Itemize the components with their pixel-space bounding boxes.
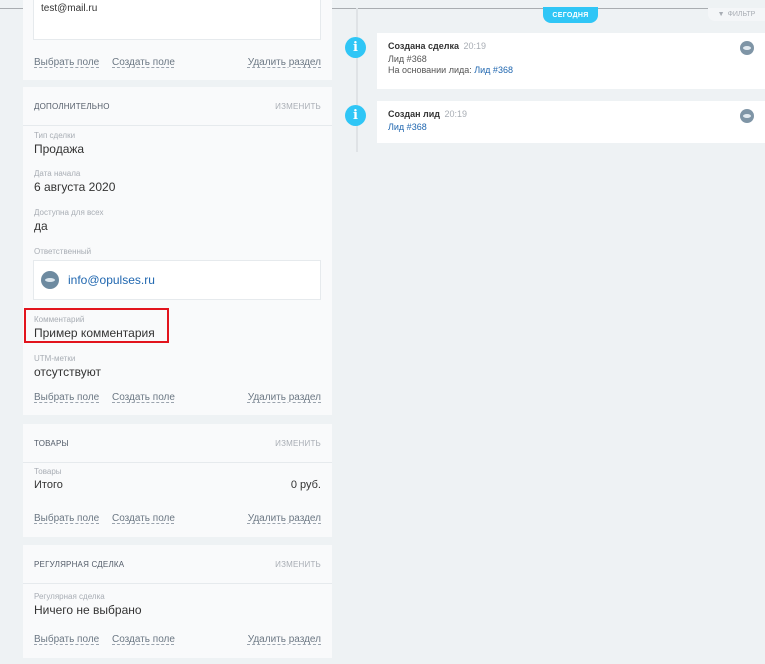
- info-icon: i: [345, 105, 366, 126]
- additional-header: ДОПОЛНИТЕЛЬНО изменить: [23, 87, 332, 126]
- deal-type-label: Тип сделки: [34, 131, 76, 140]
- select-field-link[interactable]: Выбрать поле: [34, 513, 99, 524]
- goods-field[interactable]: Товары Итого 0 руб.: [23, 467, 332, 491]
- today-badge: сегодня: [543, 7, 598, 23]
- regular-header: РЕГУЛЯРНАЯ СДЕЛКА изменить: [23, 545, 332, 584]
- avatar: [740, 109, 754, 123]
- create-field-link[interactable]: Создать поле: [112, 392, 175, 403]
- filter-label: фильтр: [727, 11, 756, 18]
- regular-label: Регулярная сделка: [34, 592, 105, 601]
- event-detail: Лид #368: [388, 54, 427, 64]
- contact-footer: Выбрать поле Создать поле Удалить раздел: [23, 57, 332, 68]
- event-title: Создан лид: [388, 109, 440, 119]
- avatar: [740, 41, 754, 55]
- filter-icon: ▼: [717, 11, 725, 18]
- regular-footer: Выбрать поле Создать поле Удалить раздел: [23, 634, 332, 645]
- delete-section-link[interactable]: Удалить раздел: [248, 392, 321, 403]
- additional-edit-button[interactable]: изменить: [275, 102, 321, 111]
- select-field-link[interactable]: Выбрать поле: [34, 392, 99, 403]
- additional-footer: Выбрать поле Создать поле Удалить раздел: [23, 392, 332, 403]
- additional-title: ДОПОЛНИТЕЛЬНО: [34, 101, 110, 111]
- goods-total-label: Итого: [34, 479, 63, 491]
- lead-link[interactable]: Лид #368: [474, 65, 513, 75]
- select-field-link[interactable]: Выбрать поле: [34, 634, 99, 645]
- start-date-label: Дата начала: [34, 169, 81, 178]
- deal-type-field[interactable]: Тип сделки Продажа: [23, 131, 95, 156]
- event-time: 20:19: [463, 41, 487, 51]
- create-field-link[interactable]: Создать поле: [112, 513, 175, 524]
- goods-header: ТОВАРЫ изменить: [23, 424, 332, 463]
- comment-highlight-frame: [24, 308, 169, 343]
- responsible-link[interactable]: info@opulses.ru: [68, 273, 155, 287]
- delete-section-link[interactable]: Удалить раздел: [248, 513, 321, 524]
- responsible-label: Ответственный: [34, 247, 92, 256]
- regular-value: Ничего не выбрано: [34, 603, 142, 617]
- event-title: Создана сделка: [388, 41, 459, 51]
- start-date-field[interactable]: Дата начала 6 августа 2020: [23, 169, 126, 194]
- available-field[interactable]: Доступна для всех да: [23, 208, 114, 233]
- utm-value: отсутствуют: [34, 365, 101, 379]
- delete-section-link[interactable]: Удалить раздел: [248, 57, 321, 68]
- regular-title: РЕГУЛЯРНАЯ СДЕЛКА: [34, 559, 125, 569]
- avatar: [41, 271, 59, 289]
- email-value: test@mail.ru: [41, 3, 98, 14]
- lead-link[interactable]: Лид #368: [388, 122, 427, 132]
- goods-card: ТОВАРЫ изменить Товары Итого 0 руб. Выбр…: [23, 424, 332, 537]
- info-icon: i: [345, 37, 366, 58]
- create-field-link[interactable]: Создать поле: [112, 57, 175, 68]
- filter-button[interactable]: ▼ фильтр: [708, 8, 765, 21]
- delete-section-link[interactable]: Удалить раздел: [248, 634, 321, 645]
- regular-edit-button[interactable]: изменить: [275, 560, 321, 569]
- email-field[interactable]: test@mail.ru: [33, 0, 321, 40]
- regular-deal-card: РЕГУЛЯРНАЯ СДЕЛКА изменить Регулярная сд…: [23, 545, 332, 658]
- event-time: 20:19: [444, 109, 468, 119]
- available-label: Доступна для всех: [34, 208, 104, 217]
- utm-field[interactable]: UTM-метки отсутствуют: [23, 354, 112, 379]
- start-date-value: 6 августа 2020: [34, 180, 116, 194]
- goods-edit-button[interactable]: изменить: [275, 439, 321, 448]
- event-detail-prefix: На основании лида:: [388, 65, 472, 75]
- additional-card: ДОПОЛНИТЕЛЬНО изменить Тип сделки Продаж…: [23, 87, 332, 415]
- goods-total-value: 0 руб.: [290, 479, 321, 491]
- goods-title: ТОВАРЫ: [34, 438, 69, 448]
- goods-footer: Выбрать поле Создать поле Удалить раздел: [23, 513, 332, 524]
- create-field-link[interactable]: Создать поле: [112, 634, 175, 645]
- timeline-event-lead-created[interactable]: Создан лид 20:19 Лид #368: [377, 101, 765, 143]
- responsible-field: Ответственный: [23, 247, 102, 256]
- timeline-event-deal-created[interactable]: Создана сделка 20:19 Лид #368 На основан…: [377, 33, 765, 89]
- available-value: да: [34, 219, 48, 233]
- regular-field[interactable]: Регулярная сделка Ничего не выбрано: [23, 592, 153, 617]
- select-field-link[interactable]: Выбрать поле: [34, 57, 99, 68]
- timeline-line: [356, 8, 358, 152]
- goods-label: Товары: [34, 467, 62, 476]
- contact-card: test@mail.ru Выбрать поле Создать поле У…: [23, 0, 332, 80]
- utm-label: UTM-метки: [34, 354, 76, 363]
- deal-type-value: Продажа: [34, 142, 85, 156]
- responsible-box[interactable]: info@opulses.ru: [33, 260, 321, 300]
